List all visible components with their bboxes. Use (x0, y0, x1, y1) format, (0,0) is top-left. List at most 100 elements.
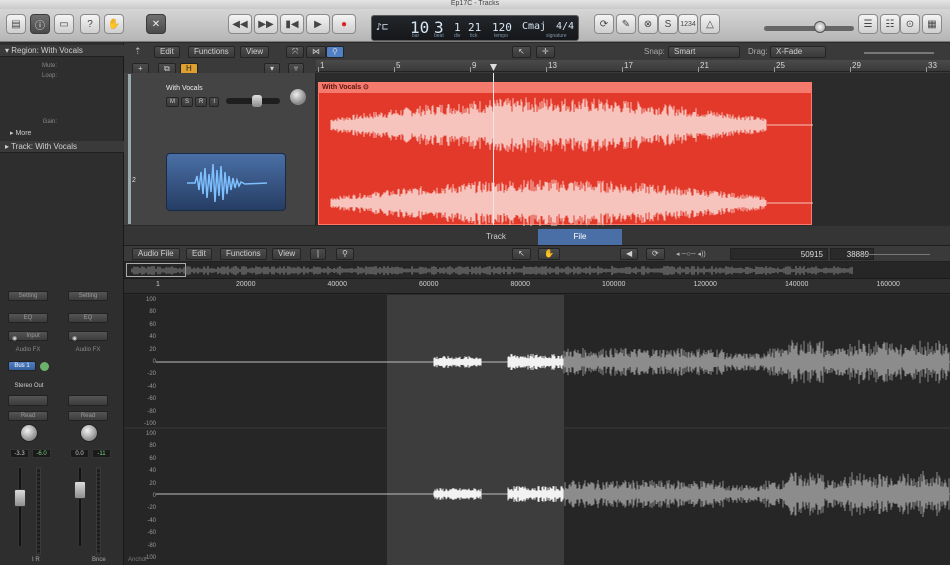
cycle-icon[interactable]: ⟳ (594, 14, 614, 34)
setting-button[interactable]: Setting (8, 291, 48, 301)
master-volume-knob[interactable] (814, 21, 826, 33)
tracks-view-menu[interactable]: View (240, 46, 270, 58)
pan-knob[interactable] (20, 424, 38, 442)
playhead-marker[interactable] (490, 64, 497, 71)
tuner-icon[interactable]: ✎ (616, 14, 636, 34)
mixer-icon[interactable]: ✕ (146, 14, 166, 34)
volume-fader-cap[interactable] (74, 481, 86, 499)
sample-ruler[interactable]: 1 20000 40000 60000 80000 100000 120000 140000 1… (124, 279, 950, 294)
record-enable-button[interactable]: R (195, 97, 208, 107)
output-label[interactable]: Stereo Out (8, 383, 50, 389)
flex-icon[interactable]: ⤧ (286, 46, 305, 58)
toolbar-icon[interactable]: ▭ (54, 14, 74, 34)
editor-zoom-slider[interactable] (860, 254, 930, 255)
track-header[interactable]: 2 With Vocals M S R I (124, 73, 316, 225)
track-volume-thumb[interactable] (252, 95, 262, 107)
pan-knob[interactable] (80, 424, 98, 442)
record-icon[interactable]: ● (332, 14, 356, 34)
playhead[interactable] (493, 73, 494, 225)
region-header[interactable]: With Vocals ⊙ (319, 83, 811, 93)
smart-controls-icon[interactable]: ✋ (104, 14, 124, 34)
automation-mode-button[interactable]: Read (68, 411, 108, 421)
more-disclosure[interactable]: ▸ More (10, 129, 31, 137)
drag-dropdown[interactable]: X-Fade (770, 46, 826, 58)
pencil-tool-icon[interactable]: ✛ (536, 46, 555, 58)
volume-fader-track[interactable] (78, 467, 82, 547)
waveform-icon (187, 163, 268, 203)
editor-filter-icon[interactable]: ⚲ (336, 248, 354, 260)
editor-cycle-icon[interactable]: ⟳ (646, 248, 665, 260)
lcd-mode-icon: ♪⊏ (376, 22, 389, 33)
output-slot[interactable] (68, 395, 108, 406)
lcd-display[interactable]: ♪⊏ 10 3 1 21 120 Cmaj 4/4 bar beat div t… (371, 15, 579, 41)
track-lane[interactable]: With Vocals ⊙ (316, 73, 950, 226)
automation-mode-button[interactable]: Read (8, 411, 48, 421)
output-slot[interactable] (8, 395, 48, 406)
input-monitor-icon[interactable]: ◉ (12, 335, 17, 342)
track-pan-knob[interactable] (290, 89, 306, 105)
hand-tool-icon[interactable]: ✋ (538, 248, 560, 260)
speaker-icon[interactable]: ◀ (620, 248, 639, 260)
pointer-tool-icon[interactable]: ↖ (512, 46, 531, 58)
solo-button[interactable]: S (181, 97, 194, 107)
loop-browser-icon[interactable]: ⊙ (900, 14, 920, 34)
setting-button[interactable]: Setting (68, 291, 108, 301)
track-name[interactable]: With Vocals (166, 85, 203, 92)
tracks-edit-menu[interactable]: Edit (154, 46, 180, 58)
list-editors-icon[interactable]: ☰ (858, 14, 878, 34)
ruler[interactable]: 1 5 9 13 17 21 25 29 33 (316, 60, 950, 72)
mute-button[interactable]: M (166, 97, 179, 107)
editor-view-menu[interactable]: View (272, 248, 302, 260)
editor-functions-menu[interactable]: Functions (220, 248, 267, 260)
notepad-icon[interactable]: ☷ (880, 14, 900, 34)
preview-volume-icon[interactable]: ◂ ─○─ ◂)) (676, 250, 706, 258)
volume-fader-cap[interactable] (14, 489, 26, 507)
snap-dropdown[interactable]: Smart (668, 46, 740, 58)
solo-icon[interactable]: S (658, 14, 678, 34)
eq-button[interactable]: EQ (68, 313, 108, 323)
replace-icon[interactable]: ⊗ (638, 14, 658, 34)
audio-region[interactable]: With Vocals ⊙ (318, 82, 813, 226)
tab-track[interactable]: Track (454, 229, 538, 245)
volume-fader-track[interactable] (18, 467, 22, 547)
input-monitor-icon[interactable]: ◉ (72, 335, 77, 342)
file-overview[interactable] (124, 262, 950, 279)
file-waveform-display[interactable]: Anchor 100 80 60 40 20 0 -20 -40 -60 -80 -100 100 80… (124, 295, 950, 565)
amplitude-tick-label: -100 (143, 421, 156, 427)
browser-icon[interactable]: ▦ (922, 14, 942, 34)
count-in-button[interactable]: 1234 (678, 14, 698, 34)
ruler-tick (318, 67, 319, 72)
amplitude-tick-label: 40 (149, 468, 156, 475)
send-bus-button[interactable]: Bus 1 (8, 361, 36, 371)
tracks-functions-menu[interactable]: Functions (188, 46, 235, 58)
send-level-knob[interactable] (40, 362, 49, 371)
track-inspector-header[interactable]: ▸ Track: With Vocals (0, 141, 124, 153)
metronome-icon[interactable]: △ (700, 14, 720, 34)
audio-fx-label[interactable]: Audio FX (68, 347, 108, 353)
fast-forward-icon[interactable]: ▶▶ (254, 14, 278, 34)
input-monitor-button[interactable]: I (209, 97, 220, 107)
snap-label: Snap: (644, 47, 665, 56)
amplitude-tick-label: -20 (147, 371, 156, 378)
region-inspector-header[interactable]: ▾ Region: With Vocals (0, 45, 124, 57)
track-icon[interactable] (166, 153, 286, 211)
cut-icon[interactable]: ∣ (310, 248, 326, 260)
up-arrow-icon[interactable]: ⇡ (134, 46, 142, 57)
rewind-icon[interactable]: ◀◀ (228, 14, 252, 34)
audio-fx-label[interactable]: Audio FX (8, 347, 48, 353)
tab-file[interactable]: File (538, 229, 622, 245)
eq-button[interactable]: EQ (8, 313, 48, 323)
selection-start-field[interactable]: 50915 (730, 248, 828, 260)
go-to-start-icon[interactable]: ▮◀ (280, 14, 304, 34)
inspector-icon[interactable]: ⓘ (30, 14, 50, 34)
zoom-slider[interactable] (864, 52, 934, 54)
audio-file-menu[interactable]: Audio File (132, 248, 180, 260)
play-icon[interactable]: ▶ (306, 14, 330, 34)
catch-icon[interactable]: ⋈ (306, 46, 326, 58)
library-icon[interactable]: ▤ (6, 14, 26, 34)
quick-help-icon[interactable]: ? (80, 14, 100, 34)
editor-pointer-tool-icon[interactable]: ↖ (512, 248, 531, 260)
master-volume-slider[interactable] (764, 26, 854, 31)
filter-icon[interactable]: ⚲ (326, 46, 344, 58)
editor-edit-menu[interactable]: Edit (186, 248, 212, 260)
